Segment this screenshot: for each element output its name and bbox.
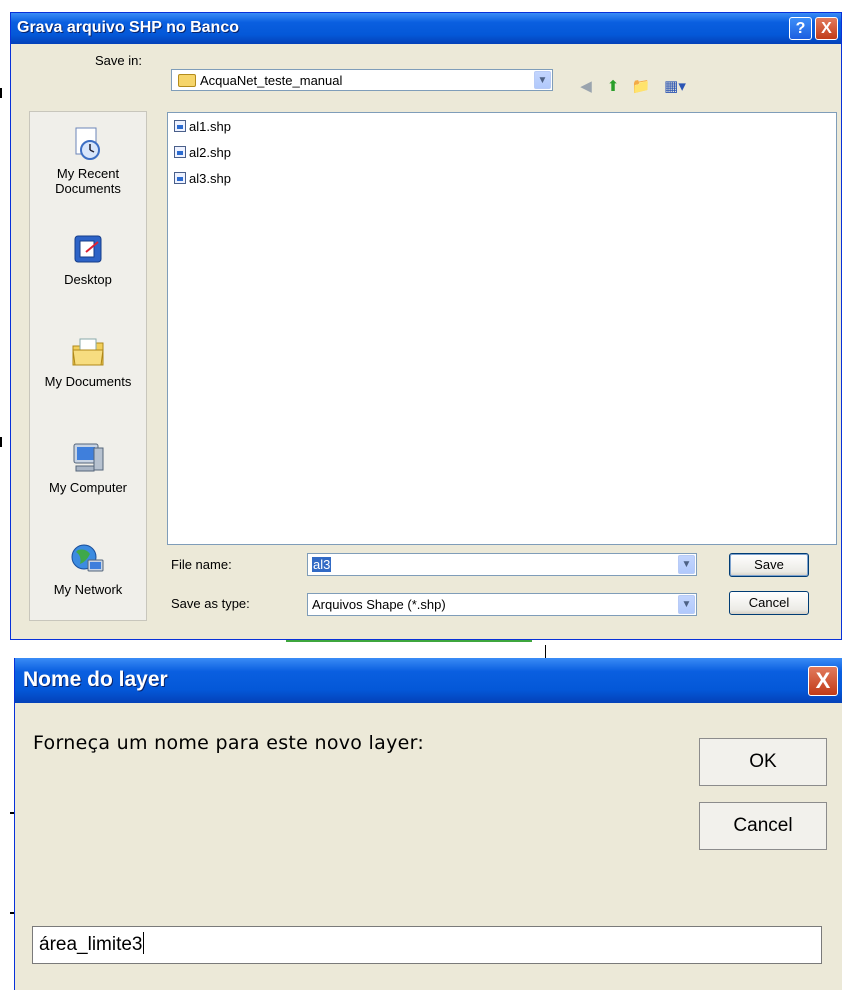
close-button[interactable]: X (808, 666, 838, 696)
my-network-icon (70, 542, 106, 578)
back-icon[interactable]: ◀ (576, 77, 596, 97)
file-list[interactable]: al1.shp al2.shp al3.shp (167, 112, 837, 545)
save-as-type-select[interactable]: Arquivos Shape (*.shp) ▼ (307, 593, 697, 616)
file-name: al1.shp (189, 119, 231, 134)
file-name-value: al3 (312, 557, 332, 572)
place-label: My Network (53, 582, 123, 597)
place-my-computer[interactable]: My Computer (30, 440, 146, 495)
folder-icon (178, 74, 196, 87)
file-name-label: File name: (171, 557, 232, 572)
chevron-down-icon[interactable]: ▼ (678, 595, 695, 614)
place-label: My Computer (48, 480, 128, 495)
save-button[interactable]: Save (729, 553, 809, 577)
background-line (0, 88, 2, 98)
places-bar: My Recent Documents Desktop My Documents… (29, 111, 147, 621)
text-caret (142, 932, 144, 954)
dialog-title: Nome do layer (23, 668, 168, 691)
title-bar[interactable]: Grava arquivo SHP no Banco ? X (11, 13, 841, 44)
place-label: My Documents (44, 374, 132, 389)
chevron-down-icon[interactable]: ▼ (534, 71, 551, 89)
dialog-title: Grava arquivo SHP no Banco (17, 19, 239, 36)
place-my-documents[interactable]: My Documents (30, 334, 146, 389)
title-bar[interactable]: Nome do layer X (15, 658, 842, 703)
prompt-text: Forneça um nome para este novo layer: (33, 732, 425, 754)
background-line (0, 437, 2, 447)
desktop-icon (70, 232, 106, 268)
place-my-network[interactable]: My Network (30, 542, 146, 597)
list-item[interactable]: al1.shp (174, 119, 231, 134)
my-documents-icon (70, 334, 106, 370)
save-in-value: AcquaNet_teste_manual (200, 73, 343, 88)
file-name-input[interactable]: al3 ▼ (307, 553, 697, 576)
new-folder-icon[interactable]: 📁 (631, 77, 651, 97)
save-as-type-label: Save as type: (171, 596, 250, 611)
place-label: My Recent Documents (55, 166, 121, 196)
file-name: al2.shp (189, 145, 231, 160)
save-in-label: Save in: (95, 53, 142, 68)
list-item[interactable]: al3.shp (174, 171, 231, 186)
save-in-combo[interactable]: AcquaNet_teste_manual ▼ (171, 69, 553, 91)
up-folder-icon[interactable]: ⬆ (603, 77, 623, 97)
file-name: al3.shp (189, 171, 231, 186)
my-computer-icon (70, 440, 106, 476)
close-button[interactable]: X (815, 17, 838, 40)
chevron-down-icon[interactable]: ▼ (678, 555, 695, 574)
recent-documents-icon (70, 126, 106, 162)
cancel-button[interactable]: Cancel (729, 591, 809, 615)
save-as-type-value: Arquivos Shape (*.shp) (312, 597, 446, 612)
view-menu-icon[interactable]: ▦▾ (661, 77, 689, 97)
shapefile-icon (174, 146, 186, 158)
layer-name-value: área_limite3 (39, 934, 143, 955)
ok-button[interactable]: OK (699, 738, 827, 786)
layer-name-input[interactable]: área_limite3 (32, 926, 822, 964)
place-label: Desktop (64, 272, 112, 287)
place-desktop[interactable]: Desktop (30, 232, 146, 287)
list-item[interactable]: al2.shp (174, 145, 231, 160)
shapefile-icon (174, 120, 186, 132)
place-recent-documents[interactable]: My Recent Documents (30, 126, 146, 196)
save-file-dialog: Grava arquivo SHP no Banco ? X Save in: … (10, 12, 842, 640)
cancel-button[interactable]: Cancel (699, 802, 827, 850)
shapefile-icon (174, 172, 186, 184)
help-button[interactable]: ? (789, 17, 812, 40)
